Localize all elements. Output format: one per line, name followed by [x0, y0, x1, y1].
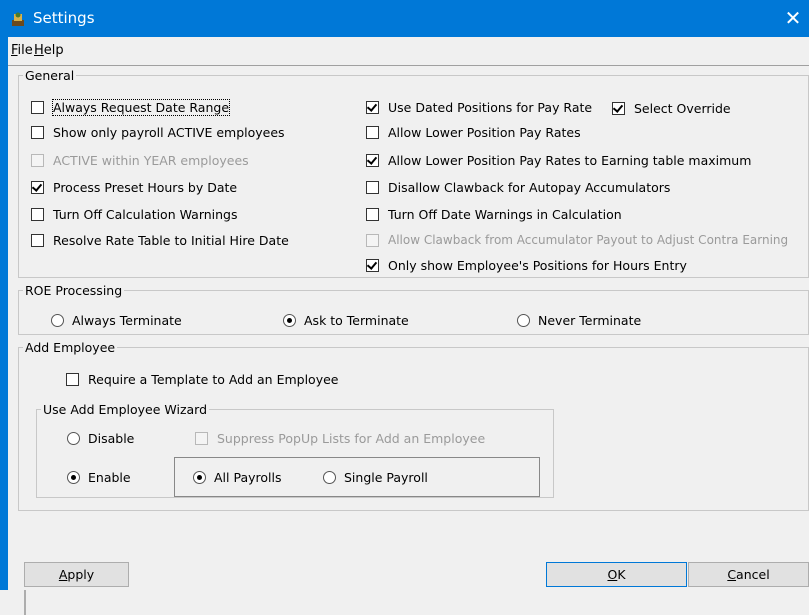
checkbox-box — [66, 373, 79, 386]
only-show-employee-positions-checkbox[interactable]: Only show Employee's Positions for Hours… — [366, 258, 687, 273]
select-override-checkbox[interactable]: Select Override — [612, 101, 731, 116]
menu-bar: File Help — [8, 37, 809, 65]
menu-file[interactable]: File — [11, 43, 33, 58]
window-title: Settings — [33, 9, 95, 27]
use-dated-positions-checkbox[interactable]: Use Dated Positions for Pay Rate — [366, 100, 592, 115]
window-border — [0, 37, 8, 590]
checkbox-box — [612, 102, 625, 115]
always-terminate-radio[interactable]: Always Terminate — [51, 313, 182, 328]
checkbox-box — [31, 208, 44, 221]
allow-lower-position-pay-rates-checkbox[interactable]: Allow Lower Position Pay Rates — [366, 125, 581, 140]
turn-off-date-warnings-checkbox[interactable]: Turn Off Date Warnings in Calculation — [366, 207, 622, 222]
menu-divider — [8, 65, 809, 66]
show-only-active-employees-checkbox[interactable]: Show only payroll ACTIVE employees — [31, 125, 285, 140]
checkbox-box — [31, 234, 44, 247]
checkbox-box — [31, 181, 44, 194]
checkbox-box — [366, 208, 379, 221]
radio-circle — [67, 471, 80, 484]
wizard-disable-radio[interactable]: Disable — [67, 431, 134, 446]
ask-to-terminate-radio[interactable]: Ask to Terminate — [283, 313, 409, 328]
always-request-date-range-checkbox[interactable]: Always Request Date Range — [31, 99, 231, 116]
all-payrolls-radio[interactable]: All Payrolls — [193, 470, 281, 485]
checkbox-box — [366, 101, 379, 114]
checkbox-box — [31, 126, 44, 139]
require-template-checkbox[interactable]: Require a Template to Add an Employee — [66, 372, 338, 387]
allow-clawback-accumulator-checkbox: Allow Clawback from Accumulator Payout t… — [366, 233, 788, 247]
process-preset-hours-checkbox[interactable]: Process Preset Hours by Date — [31, 180, 237, 195]
add-employee-legend: Add Employee — [25, 340, 116, 355]
title-bar: Settings ✕ — [0, 0, 809, 37]
radio-circle — [67, 432, 80, 445]
radio-circle — [193, 471, 206, 484]
general-legend: General — [25, 68, 75, 83]
allow-lower-rates-earning-max-checkbox[interactable]: Allow Lower Position Pay Rates to Earnin… — [366, 153, 751, 168]
ok-button[interactable]: OK — [546, 562, 687, 587]
checkbox-box — [366, 181, 379, 194]
apply-button[interactable]: Apply — [24, 562, 129, 587]
single-payroll-radio[interactable]: Single Payroll — [323, 470, 428, 485]
radio-circle — [283, 314, 296, 327]
close-icon[interactable]: ✕ — [778, 6, 808, 30]
unused — [24, 590, 26, 615]
wizard-legend: Use Add Employee Wizard — [43, 402, 208, 417]
roe-legend: ROE Processing — [25, 283, 123, 298]
disallow-clawback-checkbox[interactable]: Disallow Clawback for Autopay Accumulato… — [366, 180, 670, 195]
active-within-year-checkbox: ACTIVE within YEAR employees — [31, 153, 249, 168]
checkbox-box — [366, 259, 379, 272]
checkbox-box — [366, 154, 379, 167]
checkbox-box — [366, 233, 379, 247]
app-icon — [12, 12, 24, 26]
checkbox-box — [31, 154, 44, 167]
menu-help[interactable]: Help — [34, 43, 64, 58]
cancel-button[interactable]: Cancel — [688, 562, 809, 587]
radio-circle — [323, 471, 336, 484]
checkbox-box — [31, 101, 44, 114]
turn-off-calculation-warnings-checkbox[interactable]: Turn Off Calculation Warnings — [31, 207, 238, 222]
resolve-rate-table-checkbox[interactable]: Resolve Rate Table to Initial Hire Date — [31, 233, 289, 248]
never-terminate-radio[interactable]: Never Terminate — [517, 313, 641, 328]
radio-circle — [517, 314, 530, 327]
radio-circle — [51, 314, 64, 327]
checkbox-box — [366, 126, 379, 139]
checkbox-box — [195, 432, 208, 445]
suppress-popup-lists-checkbox: Suppress PopUp Lists for Add an Employee — [195, 431, 485, 446]
wizard-enable-radio[interactable]: Enable — [67, 470, 131, 485]
